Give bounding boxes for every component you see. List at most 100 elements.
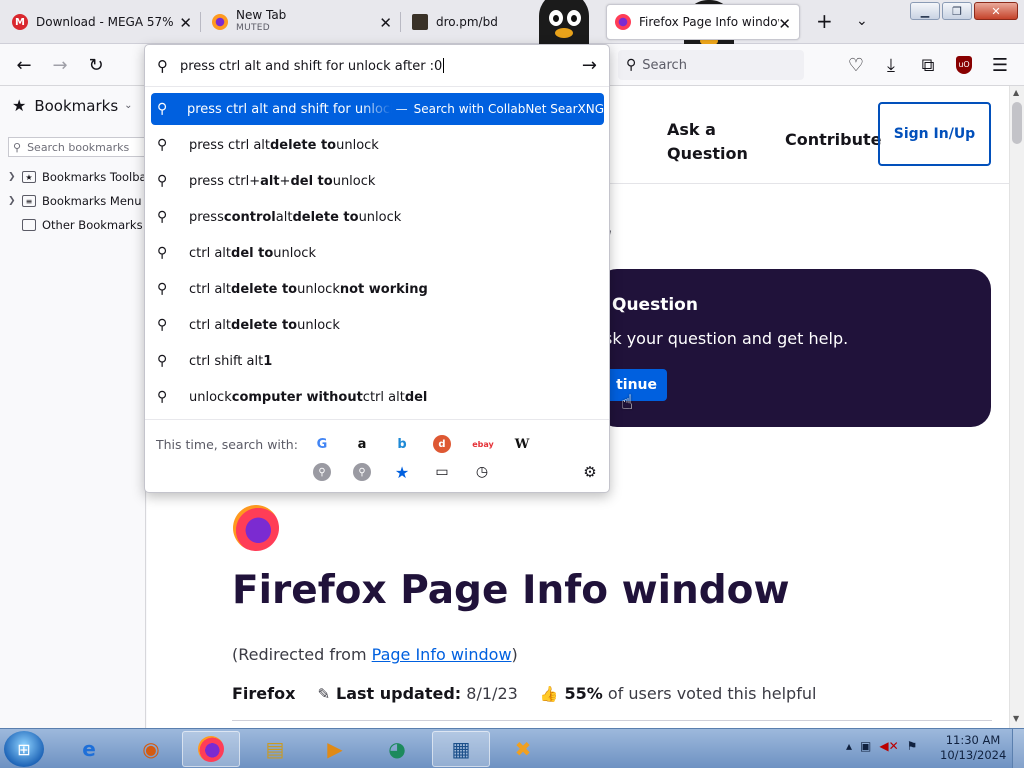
file-explorer-icon[interactable]: ▤ bbox=[246, 731, 304, 767]
suggestion-item[interactable]: ⚲ ctrl alt delete to unlock not working bbox=[151, 273, 604, 305]
tabs-icon[interactable]: ▭ bbox=[433, 463, 451, 481]
scroll-up-icon[interactable]: ▲ bbox=[1013, 88, 1019, 97]
suggestion-text: ctrl shift alt bbox=[189, 353, 264, 369]
minimize-button[interactable]: ▁ bbox=[910, 2, 940, 20]
history-icon[interactable]: ◷ bbox=[473, 463, 491, 481]
suggestion-dash: — bbox=[395, 102, 408, 116]
network-icon[interactable]: ▣ bbox=[860, 739, 871, 753]
redirect-note: (Redirected from Page Info window) bbox=[232, 645, 518, 664]
engines-label: This time, search with: bbox=[156, 437, 298, 452]
tools-icon[interactable]: ✖ bbox=[494, 731, 552, 767]
suggestion-bold: del to bbox=[290, 173, 333, 189]
suggestion-item[interactable]: ⚲ ctrl alt delete to unlock bbox=[151, 309, 604, 341]
amazon-icon[interactable]: a bbox=[353, 435, 371, 453]
ebay-icon[interactable]: ebay bbox=[471, 435, 495, 453]
tab-firefox-page-info[interactable]: Firefox Page Info window ✕ bbox=[606, 4, 800, 40]
google-icon[interactable]: G bbox=[313, 435, 331, 453]
reload-button[interactable]: ↻ bbox=[82, 52, 110, 78]
suggestion-item[interactable]: ⚲ press control alt delete to unlock bbox=[151, 201, 604, 233]
sidebar-switcher[interactable]: ★ Bookmarks ⌄ bbox=[12, 96, 133, 115]
suggestion-text: unlock bbox=[358, 209, 402, 225]
go-arrow-icon[interactable]: → bbox=[582, 55, 597, 76]
search-icon: ⚲ bbox=[13, 140, 22, 154]
new-tab-button[interactable]: + bbox=[816, 10, 833, 32]
gear-icon[interactable]: ⚙ bbox=[581, 463, 599, 481]
suggestion-bold: delete to bbox=[292, 209, 359, 225]
page-scrollbar[interactable]: ▲ ▼ bbox=[1009, 86, 1024, 728]
back-button[interactable]: ← bbox=[10, 52, 38, 78]
tab-title: New Tab bbox=[236, 9, 287, 22]
ask-question-link[interactable]: Ask a Question bbox=[667, 118, 757, 166]
suggestion-item[interactable]: ⚲ ctrl alt del to unlock bbox=[151, 237, 604, 269]
sidebar-item-bookmarks-toolbar[interactable]: ❯ ★ Bookmarks Toolbar bbox=[8, 170, 151, 184]
search-icon: ⚲ bbox=[626, 57, 637, 73]
bookmarks-search-input[interactable]: ⚲ Search bookmarks bbox=[8, 137, 148, 157]
sign-in-button[interactable]: Sign In/Up bbox=[878, 102, 991, 166]
tab-muted-label: MUTED bbox=[236, 23, 270, 33]
address-input[interactable]: press ctrl alt and shift for unlock afte… bbox=[180, 58, 444, 74]
add-search-engine-icon[interactable]: ⚲ bbox=[353, 463, 371, 481]
maximize-button[interactable]: ❐ bbox=[942, 2, 972, 20]
sidebar-item-bookmarks-menu[interactable]: ❯ ≡ Bookmarks Menu bbox=[8, 194, 141, 208]
windows-taskbar: ⊞ e ◉ ▤ ▶ ◕ ▦ ✖ ▴ ▣ ◀✕ ⚑ 11:30 AM 10/13/… bbox=[0, 728, 1024, 768]
toolbar-search-box[interactable]: ⚲ Search bbox=[618, 50, 804, 80]
search-icon: ⚲ bbox=[157, 317, 168, 333]
redirect-link[interactable]: Page Info window bbox=[372, 645, 512, 664]
suggestion-bold: not working bbox=[339, 281, 428, 297]
bookmarks-search-placeholder: Search bookmarks bbox=[27, 140, 130, 154]
suggestion-bold: 1 bbox=[263, 353, 273, 369]
scrollbar-thumb[interactable] bbox=[1012, 102, 1022, 144]
ask-question-card: Question sk your question and get help. … bbox=[587, 269, 991, 427]
taskbar-clock[interactable]: 11:30 AM 10/13/2024 bbox=[940, 733, 1006, 763]
vpn-app-icon[interactable]: ◉ bbox=[122, 731, 180, 767]
pocket-icon[interactable]: ♡ bbox=[842, 52, 870, 78]
duckduckgo-icon[interactable]: d bbox=[433, 435, 451, 453]
contribute-link[interactable]: Contribute bbox=[785, 130, 882, 149]
internet-explorer-icon[interactable]: e bbox=[60, 731, 118, 767]
bookmarks-sidebar: ★ Bookmarks ⌄ ⚲ Search bookmarks ❯ ★ Book… bbox=[0, 86, 151, 728]
suggestion-label: press ctrl alt and shift for unlock afte… bbox=[186, 101, 392, 117]
tab-mega[interactable]: M Download - MEGA 57% ✕ bbox=[4, 4, 200, 40]
ublock-icon[interactable]: uO bbox=[950, 52, 978, 78]
suggestion-item[interactable]: ⚲ press ctrl alt delete to unlock bbox=[151, 129, 604, 161]
product-name: Firefox bbox=[232, 684, 296, 703]
pencil-icon: ✎ bbox=[317, 684, 331, 703]
list-all-tabs-button[interactable]: ⌄ bbox=[856, 10, 868, 32]
suggestion-bold: del to bbox=[231, 245, 274, 261]
wikipedia-icon[interactable]: W bbox=[513, 435, 531, 453]
media-player-icon[interactable]: ▶ bbox=[306, 731, 364, 767]
suggestion-item[interactable]: ⚲ ctrl shift alt 1 bbox=[151, 345, 604, 377]
volume-muted-icon[interactable]: ◀✕ bbox=[879, 739, 898, 753]
search-icon: ⚲ bbox=[157, 209, 168, 225]
tab-new-tab[interactable]: New Tab MUTED ✕ bbox=[204, 4, 400, 40]
search-icon: ⚲ bbox=[157, 389, 168, 405]
suggestion-text: unlock bbox=[297, 317, 340, 333]
close-icon[interactable]: ✕ bbox=[778, 15, 791, 33]
suggestion-item[interactable]: ⚲ unlock computer without ctrl alt del bbox=[151, 381, 604, 413]
sidebar-item-label: Other Bookmarks bbox=[42, 218, 143, 232]
scroll-down-icon[interactable]: ▼ bbox=[1013, 714, 1019, 723]
close-icon[interactable]: ✕ bbox=[179, 14, 192, 32]
suggestion-text: alt bbox=[275, 209, 293, 225]
show-hidden-icons[interactable]: ▴ bbox=[846, 739, 852, 753]
messenger-icon[interactable]: ◕ bbox=[368, 731, 426, 767]
close-icon[interactable]: ✕ bbox=[379, 14, 392, 32]
downloads-icon[interactable]: ⤓ bbox=[877, 52, 905, 78]
suggestion-selected[interactable]: ⚲ press ctrl alt and shift for unlock af… bbox=[151, 93, 604, 125]
action-center-flag-icon[interactable]: ⚑ bbox=[907, 739, 918, 753]
suggestion-text: unlock bbox=[336, 137, 379, 153]
bing-icon[interactable]: b bbox=[393, 435, 411, 453]
menu-icon[interactable]: ☰ bbox=[986, 52, 1014, 78]
control-panel-icon[interactable]: ▦ bbox=[432, 731, 490, 767]
start-button[interactable]: ⊞ bbox=[4, 731, 44, 767]
firefox-taskbar-icon[interactable] bbox=[182, 731, 240, 767]
bookmarks-star-icon[interactable]: ★ bbox=[393, 463, 411, 482]
window-close-button[interactable]: ✕ bbox=[974, 2, 1018, 20]
sidebar-item-other-bookmarks[interactable]: Other Bookmarks bbox=[8, 218, 143, 232]
extensions-icon[interactable]: ⧉ bbox=[914, 52, 942, 78]
forward-button[interactable]: → bbox=[46, 52, 74, 78]
searx-icon[interactable]: ⚲ bbox=[313, 463, 331, 481]
suggestion-item[interactable]: ⚲ press ctrl+ alt + del to unlock bbox=[151, 165, 604, 197]
address-bar[interactable]: ⚲ press ctrl alt and shift for unlock af… bbox=[145, 45, 609, 87]
show-desktop-button[interactable] bbox=[1012, 729, 1024, 768]
